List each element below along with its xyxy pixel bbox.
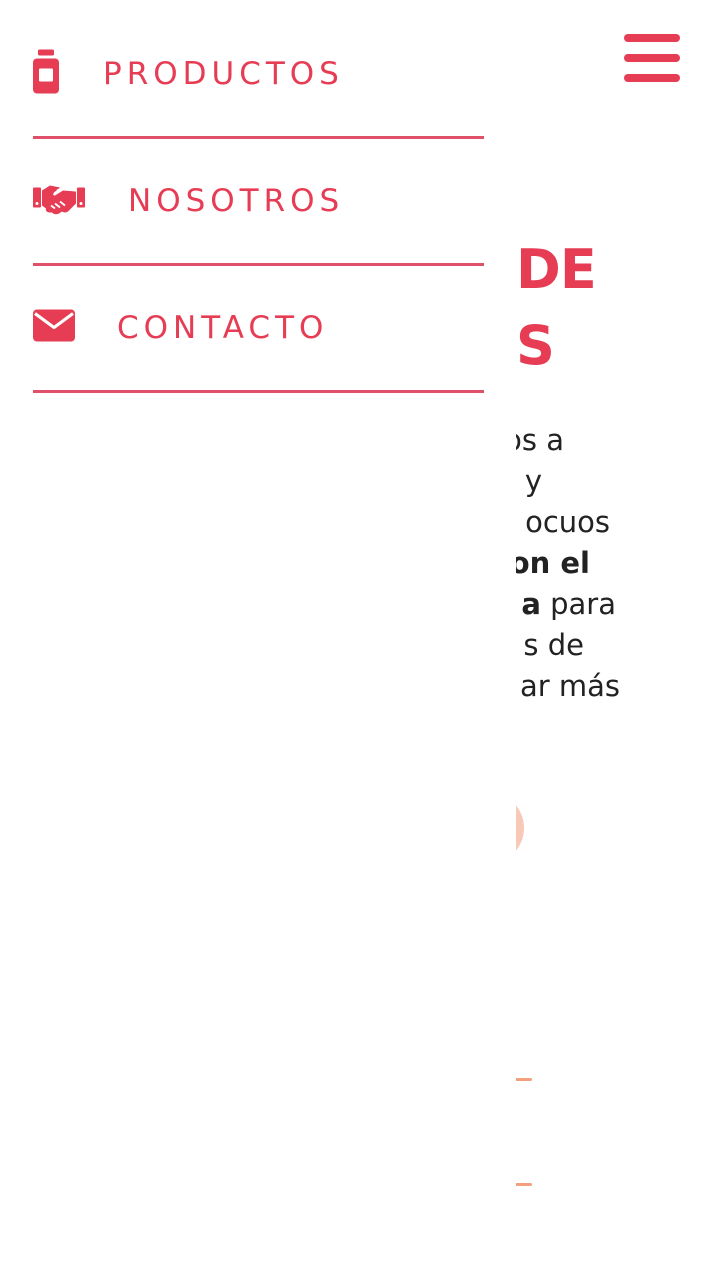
menu-item-label: NOSOTROS — [128, 183, 345, 219]
navigation-drawer: PRODUCTOS NOSOTROS CONTACTO — [0, 0, 516, 1280]
hamburger-bar — [624, 74, 680, 82]
menu-item-nosotros[interactable]: NOSOTROS — [33, 139, 484, 266]
hero-text-bold-fragment: a — [521, 587, 541, 621]
menu-item-contacto[interactable]: CONTACTO — [33, 266, 484, 393]
page: DE S os a y ocuos on el a para s de ar m… — [0, 0, 720, 1280]
menu-item-label: CONTACTO — [117, 310, 329, 346]
hero-text-fragment: para — [540, 587, 616, 621]
hamburger-bar — [624, 54, 680, 62]
hamburger-bar — [624, 34, 680, 42]
handshake-icon — [33, 182, 85, 221]
menu-item-label: PRODUCTOS — [103, 56, 344, 92]
hamburger-menu-icon[interactable] — [624, 34, 680, 84]
menu-item-productos[interactable]: PRODUCTOS — [33, 12, 484, 139]
jar-icon — [33, 49, 59, 99]
envelope-icon — [33, 309, 75, 347]
